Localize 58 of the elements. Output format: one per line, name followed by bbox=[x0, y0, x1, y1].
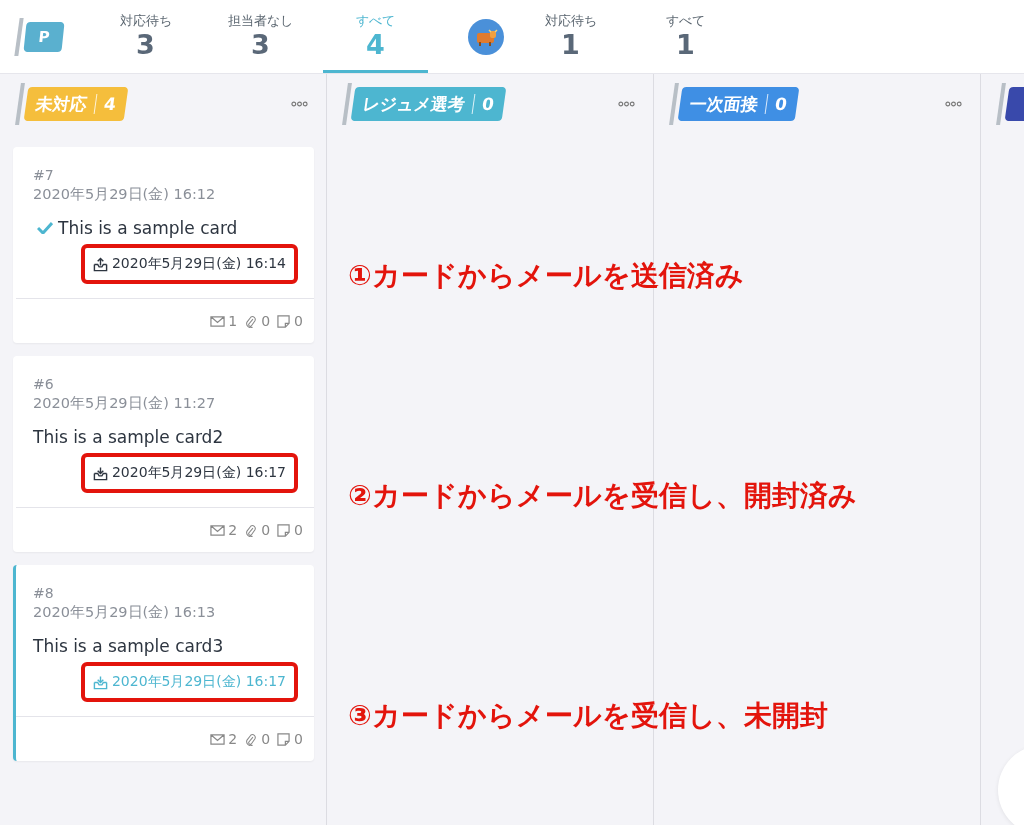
inbox-icon bbox=[92, 465, 108, 481]
slant-bar-icon bbox=[15, 83, 25, 125]
filter-tab[interactable]: 対応待ち 3 bbox=[93, 0, 198, 73]
avatar-icon[interactable] bbox=[468, 18, 504, 55]
column-count: 4 bbox=[102, 94, 118, 114]
mail-time: 2020年5月29日(金) 16:14 bbox=[111, 255, 286, 273]
attachment-count: 0 bbox=[261, 522, 271, 538]
column-title: レジュメ選考 bbox=[361, 92, 467, 116]
attachment-count: 0 bbox=[261, 313, 271, 329]
more-icon[interactable] bbox=[291, 101, 308, 107]
envelope-icon bbox=[210, 523, 226, 537]
slant-bar-icon bbox=[996, 83, 1006, 125]
filter-tab[interactable]: すべて 1 bbox=[633, 0, 738, 73]
paperclip-icon bbox=[243, 314, 259, 328]
annotation-text: ②カードからメールを受信し、開封済み bbox=[348, 478, 857, 514]
filter-tab[interactable]: 対応待ち 1 bbox=[518, 0, 623, 73]
annotation-text: ③カードからメールを受信し、未開封 bbox=[348, 698, 829, 734]
paperclip-icon bbox=[243, 732, 259, 746]
note-count: 0 bbox=[294, 731, 303, 747]
card[interactable]: #8 2020年5月29日(金) 16:13 This is a sample card3 2020年5月29日(金) 16:17 2 0 0 bbox=[13, 565, 314, 761]
card-number: #8 bbox=[33, 585, 54, 601]
note-icon bbox=[276, 732, 292, 746]
mail-count: 2 bbox=[228, 522, 238, 538]
more-icon[interactable] bbox=[945, 101, 962, 107]
slant-bar-icon bbox=[669, 83, 679, 125]
mail-time: 2020年5月29日(金) 16:17 bbox=[111, 673, 286, 691]
note-count: 0 bbox=[294, 313, 303, 329]
envelope-icon bbox=[210, 732, 226, 746]
card-number: #7 bbox=[33, 167, 54, 183]
filter-tab[interactable]: 担当者なし 3 bbox=[208, 0, 313, 73]
card-title: This is a sample card2 bbox=[33, 427, 224, 447]
slant-bar-icon bbox=[14, 17, 24, 56]
column-count: 0 bbox=[773, 94, 789, 114]
card-date: 2020年5月29日(金) 11:27 bbox=[33, 394, 216, 413]
inbox-icon bbox=[92, 674, 108, 690]
outbox-icon bbox=[92, 256, 108, 272]
card[interactable]: #6 2020年5月29日(金) 11:27 This is a sample card2 2020年5月29日(金) 16:17 2 0 0 bbox=[13, 356, 314, 552]
note-icon bbox=[276, 523, 292, 537]
slant-bar-icon bbox=[342, 83, 352, 125]
column-count: 0 bbox=[480, 94, 496, 114]
note-count: 0 bbox=[294, 522, 303, 538]
mail-count: 1 bbox=[228, 313, 238, 329]
card-number: #6 bbox=[33, 376, 54, 392]
mail-count: 2 bbox=[228, 731, 238, 747]
envelope-icon bbox=[210, 314, 226, 328]
mail-time: 2020年5月29日(金) 16:17 bbox=[111, 464, 286, 482]
note-icon bbox=[276, 314, 292, 328]
annotation-text: ①カードからメールを送信済み bbox=[348, 258, 745, 294]
card-title: This is a sample card bbox=[58, 218, 238, 238]
column-title: 一次面接 bbox=[688, 92, 760, 116]
card-title: This is a sample card3 bbox=[33, 636, 224, 656]
card[interactable]: #7 2020年5月29日(金) 16:12 This is a sample card 2020年5月29日(金) 16:14 1 0 0 bbox=[13, 147, 314, 343]
column-title: 未対応 bbox=[34, 92, 89, 116]
card-date: 2020年5月29日(金) 16:12 bbox=[33, 185, 216, 204]
paperclip-icon bbox=[243, 523, 259, 537]
card-date: 2020年5月29日(金) 16:13 bbox=[33, 603, 216, 622]
more-icon[interactable] bbox=[618, 101, 635, 107]
attachment-count: 0 bbox=[261, 731, 271, 747]
